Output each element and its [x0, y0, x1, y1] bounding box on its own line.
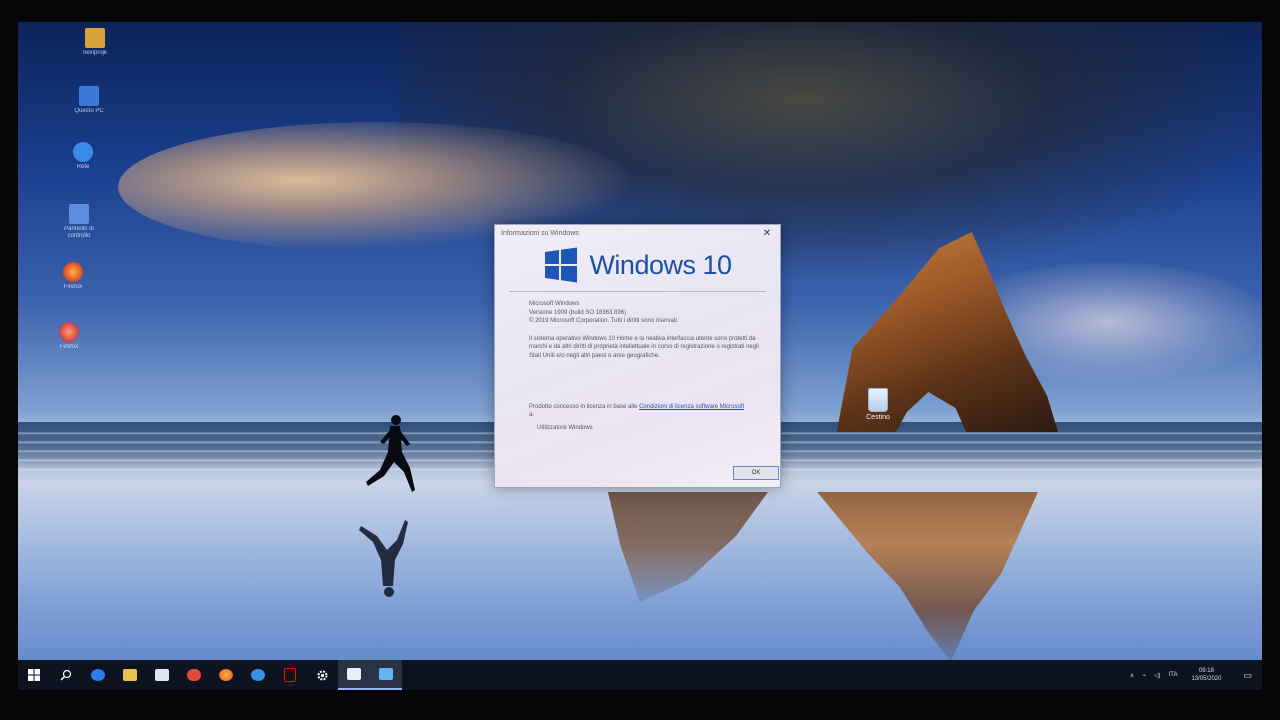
firefox-icon — [219, 669, 233, 681]
about-windows-dialog: Informazioni su Windows ✕ Windows 10 Mic… — [494, 224, 781, 488]
language-indicator[interactable]: ITA — [1169, 672, 1178, 678]
settings-icon — [317, 670, 327, 680]
license-text: Prodotto concesso in licenza in base all… — [529, 403, 749, 419]
winver-icon — [347, 668, 361, 680]
system-tray: ∧ ⌁ ◁) ITA 09:18 13/05/2020 ▭ — [1122, 660, 1252, 690]
dialog-titlebar[interactable]: Informazioni su Windows ✕ — [495, 225, 780, 241]
search-icon — [60, 669, 72, 681]
window-icon — [379, 668, 393, 680]
taskbar-firefox[interactable] — [210, 660, 242, 690]
volume-icon[interactable]: ◁) — [1154, 672, 1161, 679]
taskbar: ∧ ⌁ ◁) ITA 09:18 13/05/2020 ▭ — [18, 660, 1262, 690]
recycle-bin-label: Cestino — [866, 414, 890, 421]
ok-button[interactable]: OK — [733, 466, 779, 480]
start-button[interactable] — [18, 660, 50, 690]
network-icon[interactable]: ⌁ — [1142, 672, 1146, 679]
control-panel-icon — [69, 204, 89, 224]
desktop-icon-firefox[interactable]: Firefox — [48, 262, 98, 291]
start-icon — [28, 669, 40, 681]
store-icon — [155, 669, 169, 681]
teamviewer-icon — [251, 669, 265, 681]
folder-icon — [85, 28, 105, 48]
network-icon — [73, 142, 93, 162]
windows-logo: Windows 10 — [495, 245, 780, 285]
product-name: Microsoft Windows — [529, 301, 580, 307]
dialog-title: Informazioni su Windows — [501, 229, 579, 237]
computer-icon — [79, 86, 99, 106]
firefox-icon — [59, 322, 79, 342]
desktop: nexlprojk Questo PC Rete Pannello di con… — [18, 22, 1262, 690]
desktop-icon-folder[interactable]: nexlprojk — [70, 28, 120, 57]
taskbar-store[interactable] — [146, 660, 178, 690]
paint-icon — [187, 669, 201, 681]
windows-logo-icon — [545, 247, 578, 283]
taskbar-teamviewer[interactable] — [242, 660, 274, 690]
taskbar-window[interactable] — [370, 660, 402, 690]
version-text: Versione 1909 (build SO 18363.836) — [529, 309, 627, 316]
licensee-name: Utilizzatore Windows — [537, 425, 593, 431]
wallpaper-runner — [366, 415, 415, 492]
firefox-icon — [63, 262, 83, 282]
desktop-icon-this-pc[interactable]: Questo PC — [64, 86, 114, 115]
license-suffix: a: — [529, 412, 535, 418]
clock-date: 13/05/2020 — [1191, 676, 1222, 682]
search-button[interactable] — [50, 660, 82, 690]
file-explorer-icon — [123, 669, 137, 681]
desktop-icon-firefox-2[interactable]: Firefox — [44, 322, 94, 351]
license-prefix: Prodotto concesso in licenza in base all… — [529, 404, 640, 410]
edge-icon — [91, 669, 105, 681]
clock[interactable]: 09:18 13/05/2020 — [1191, 667, 1221, 683]
trademark-text: Il sistema operativo Windows 10 Home e l… — [529, 335, 759, 359]
desktop-icon-control-panel[interactable]: Pannello di controllo — [54, 204, 104, 240]
taskbar-winver[interactable] — [338, 660, 370, 690]
wallpaper-runner-reflection — [359, 520, 408, 597]
version-info: Microsoft Windows Versione 1909 (build S… — [529, 300, 759, 360]
taskbar-netflix[interactable] — [274, 660, 306, 690]
clock-time: 09:18 — [1198, 668, 1214, 674]
taskbar-edge[interactable] — [82, 660, 114, 690]
taskbar-settings[interactable] — [306, 660, 338, 690]
taskbar-file-explorer[interactable] — [114, 660, 146, 690]
dialog-divider — [509, 291, 766, 292]
license-terms-link[interactable]: Condizioni di licenza software Microsoft — [639, 404, 744, 410]
desktop-icon-recycle-bin[interactable]: Cestino — [858, 388, 898, 421]
recycle-bin-icon — [868, 388, 888, 412]
chevron-up-icon[interactable]: ∧ — [1130, 672, 1134, 679]
netflix-icon — [284, 668, 296, 682]
copyright-text: © 2019 Microsoft Corporation. Tutti i di… — [529, 318, 679, 324]
close-icon[interactable]: ✕ — [760, 228, 774, 239]
notifications-icon[interactable]: ▭ — [1243, 670, 1252, 681]
desktop-icon-network[interactable]: Rete — [58, 142, 108, 171]
taskbar-paint[interactable] — [178, 660, 210, 690]
windows-logo-text: Windows 10 — [589, 249, 732, 280]
